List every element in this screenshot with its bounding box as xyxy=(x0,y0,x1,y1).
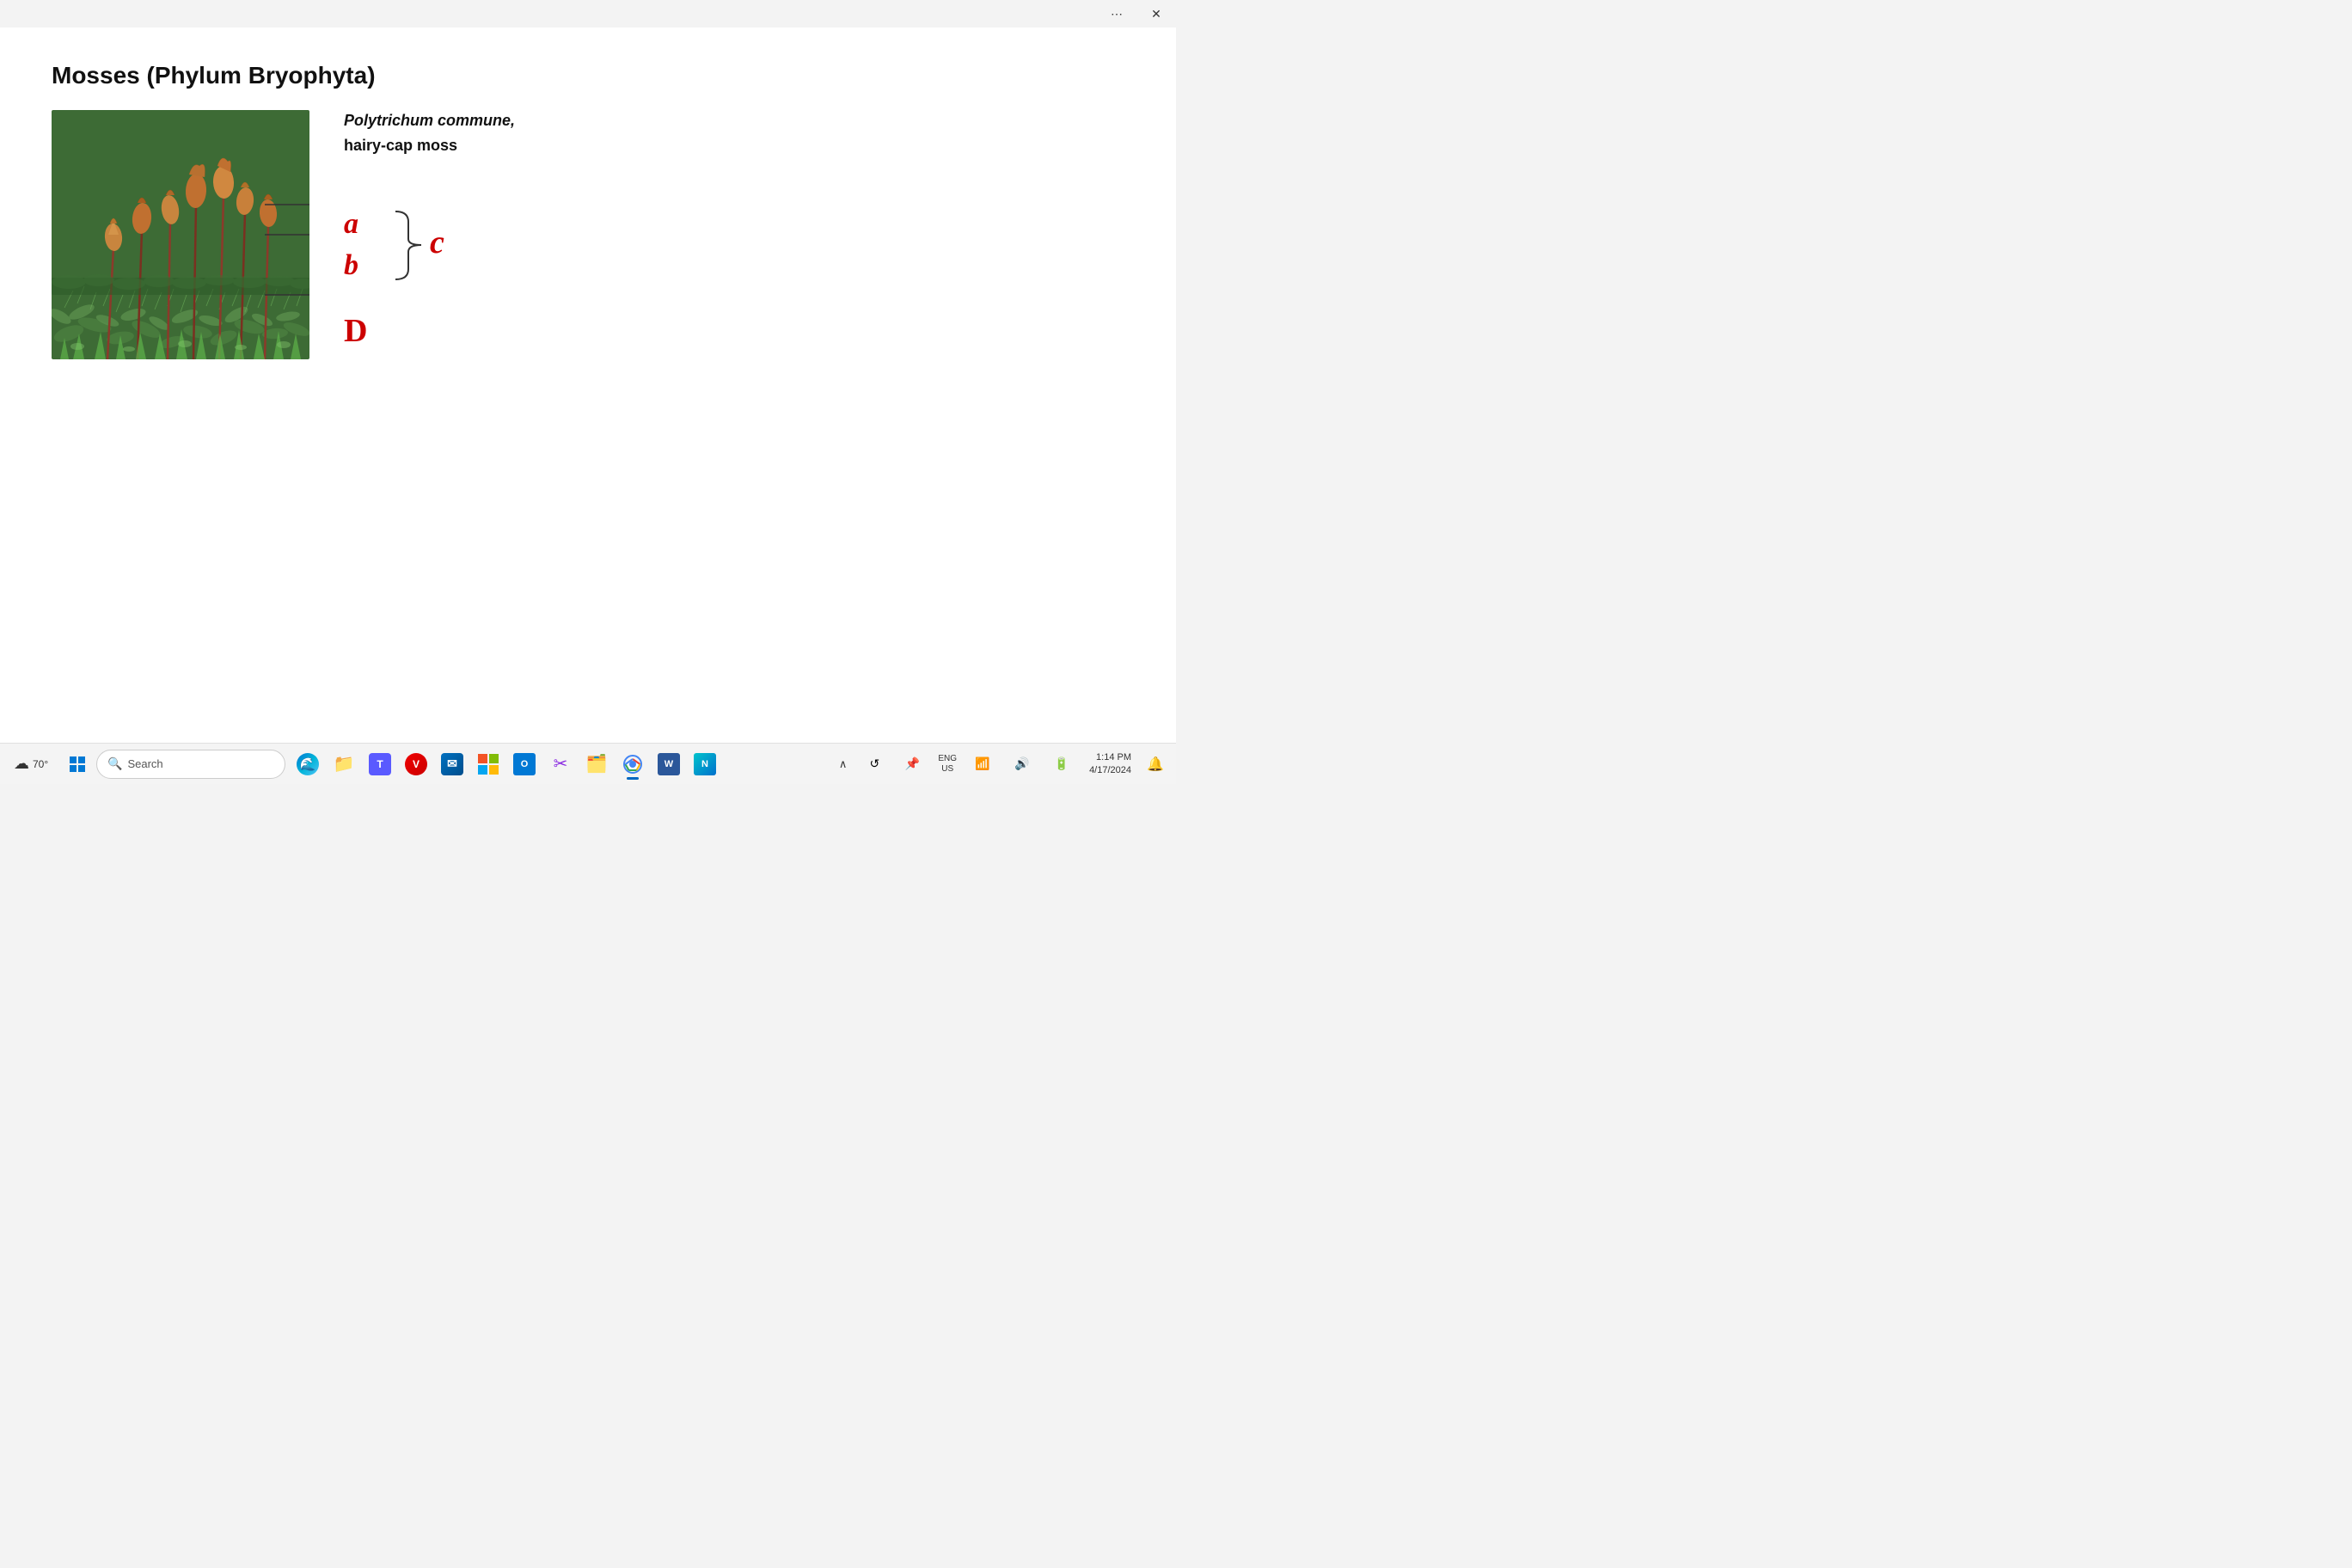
tray-icon-refresh[interactable]: ↺ xyxy=(857,747,891,781)
annotation-area: Polytrichum commune, hairy-cap moss a b xyxy=(344,110,1124,359)
image-wrapper xyxy=(52,110,309,359)
taskbar-app-explorer[interactable]: 📁 xyxy=(327,747,361,781)
moss-image xyxy=(52,110,309,359)
weather-temp: 70° xyxy=(33,758,48,770)
species-line2: hairy-cap moss xyxy=(344,135,1124,156)
clock-date: 4/17/2024 xyxy=(1089,764,1131,776)
taskbar-app-tool[interactable]: ✂ xyxy=(543,747,578,781)
title-bar-buttons: ⋯ ✕ xyxy=(1097,0,1176,28)
windows-icon xyxy=(70,756,85,772)
search-text: Search xyxy=(127,757,162,770)
language-indicator[interactable]: ENG US xyxy=(934,752,960,776)
taskbar-app-store[interactable] xyxy=(471,747,505,781)
labels-abc-group: a b c xyxy=(344,208,1124,311)
bracket-svg xyxy=(391,205,426,286)
clock-time: 1:14 PM xyxy=(1096,751,1131,763)
taskbar-app-outlook[interactable]: O xyxy=(507,747,542,781)
taskbar-search[interactable]: 🔍 Search xyxy=(96,750,285,779)
taskbar-app-files[interactable]: 🗂️ xyxy=(579,747,614,781)
taskbar-app-mail[interactable]: ✉ xyxy=(435,747,469,781)
system-tray[interactable]: ∧ xyxy=(834,754,853,775)
weather-icon: ☁ xyxy=(14,755,29,773)
label-a: a xyxy=(344,208,358,241)
taskbar: ☁ 70° 🔍 Search 🌊 📁 T xyxy=(0,743,1176,784)
taskbar-icons: 🌊 📁 T V ✉ xyxy=(291,747,722,781)
taskbar-app-edge[interactable]: 🌊 xyxy=(291,747,325,781)
label-d: D xyxy=(344,312,367,350)
species-line1: Polytrichum commune, xyxy=(344,110,1124,132)
taskbar-clock[interactable]: 1:14 PM 4/17/2024 xyxy=(1084,750,1136,778)
slide-body: Polytrichum commune, hairy-cap moss a b xyxy=(52,110,1124,359)
start-button[interactable] xyxy=(60,747,95,781)
up-arrow-icon: ∧ xyxy=(839,757,848,771)
tray-icon-pin[interactable]: 📌 xyxy=(895,747,929,781)
tray-icons-group: ↺ 📌 xyxy=(857,747,929,781)
taskbar-app-word[interactable]: W xyxy=(652,747,686,781)
slide-title: Mosses (Phylum Bryophyta) xyxy=(52,62,1124,89)
volume-icon[interactable]: 🔊 xyxy=(1005,747,1039,781)
battery-icon[interactable]: 🔋 xyxy=(1044,747,1079,781)
search-icon: 🔍 xyxy=(107,756,122,771)
title-bar: ⋯ ✕ xyxy=(0,0,1176,28)
species-name: Polytrichum commune, hairy-cap moss xyxy=(344,110,1124,156)
taskbar-app-misc[interactable]: N xyxy=(688,747,722,781)
notification-button[interactable]: 🔔 xyxy=(1142,747,1169,781)
main-content: Mosses (Phylum Bryophyta) xyxy=(0,28,1176,743)
more-button[interactable]: ⋯ xyxy=(1097,0,1136,28)
wifi-icon[interactable]: 📶 xyxy=(965,747,1000,781)
taskbar-right: ∧ ↺ 📌 ENG US 📶 🔊 🔋 1 xyxy=(834,747,1169,781)
taskbar-weather: ☁ 70° xyxy=(7,751,58,776)
taskbar-app-vpn[interactable]: V xyxy=(399,747,433,781)
slide-area: Mosses (Phylum Bryophyta) xyxy=(0,28,1176,743)
close-button[interactable]: ✕ xyxy=(1136,0,1176,28)
taskbar-app-teams[interactable]: T xyxy=(363,747,397,781)
label-c: c xyxy=(430,224,444,261)
label-b: b xyxy=(344,249,358,282)
taskbar-app-chrome[interactable] xyxy=(616,747,650,781)
